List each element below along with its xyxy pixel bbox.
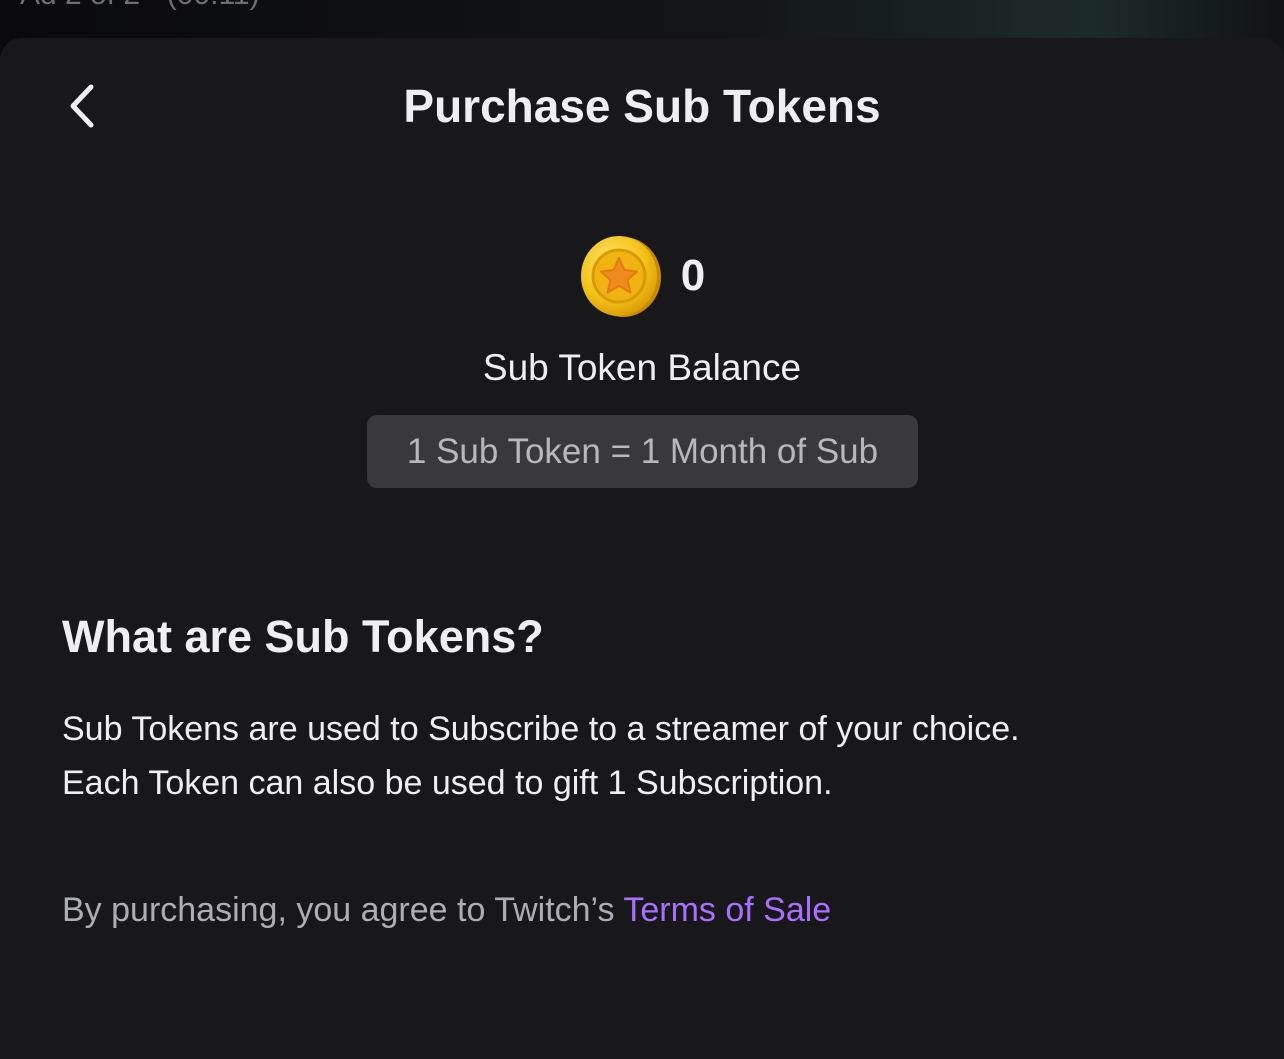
info-description-line-1: Sub Tokens are used to Subscribe to a st… (62, 710, 1020, 748)
purchase-sheet: Purchase Sub Tokens 0 Sub Token Balance … (0, 38, 1284, 1059)
info-heading: What are Sub Tokens? (62, 611, 544, 662)
terms-of-sale-link[interactable]: Terms of Sale (623, 891, 831, 929)
legal-notice: By purchasing, you agree to Twitch’s Ter… (62, 886, 831, 934)
ad-counter-label: Ad 2 of 2 · (00:11) (20, 0, 260, 12)
info-description: Sub Tokens are used to Subscribe to a st… (62, 702, 1222, 810)
token-balance-label: Sub Token Balance (482, 347, 802, 388)
page-title: Purchase Sub Tokens (403, 80, 881, 132)
sub-token-coin-icon (580, 236, 661, 317)
info-description-line-2: Each Token can also be used to gift 1 Su… (62, 764, 833, 802)
legal-notice-text: By purchasing, you agree to Twitch’s (62, 891, 624, 929)
balance-row: 0 (0, 234, 1284, 318)
token-rate-badge: 1 Sub Token = 1 Month of Sub (367, 415, 918, 488)
token-balance-value: 0 (680, 251, 706, 300)
